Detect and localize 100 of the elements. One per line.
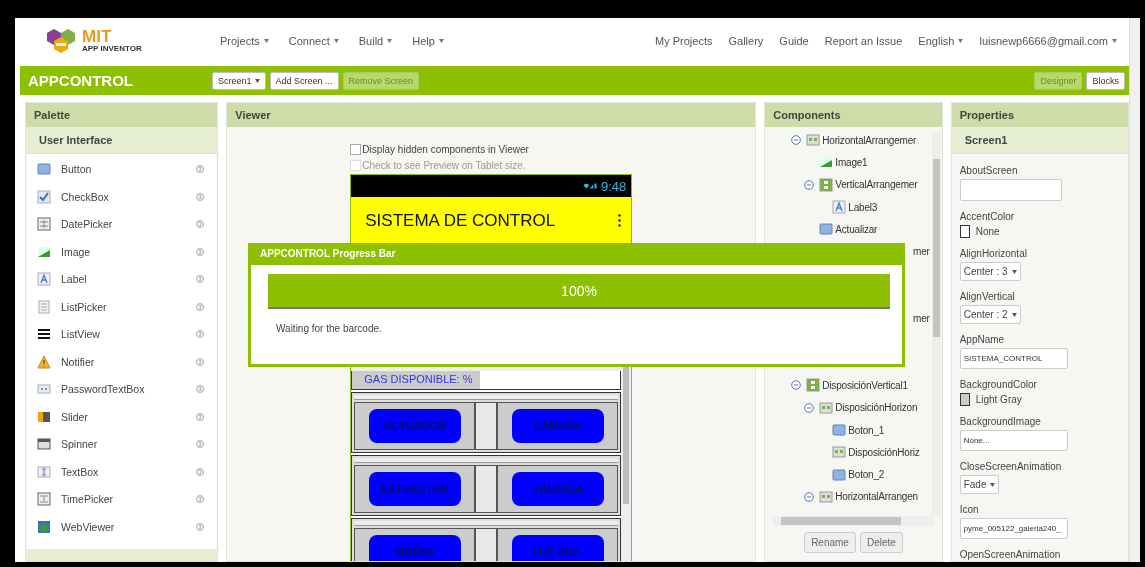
panel-header: Components bbox=[765, 103, 942, 127]
dropdown[interactable]: Center : 3 bbox=[959, 262, 1021, 281]
tree-item[interactable]: DisposiciónVertical1 bbox=[822, 379, 908, 391]
menu-item[interactable]: luisnewp6666@gmail.com bbox=[979, 34, 1117, 47]
layout-icon bbox=[819, 489, 834, 504]
slider-icon bbox=[37, 409, 51, 424]
nav-link[interactable]: Guide bbox=[779, 34, 809, 47]
text-field[interactable]: pyme_005122_galeria240_ bbox=[959, 518, 1068, 539]
text-field[interactable]: None... bbox=[959, 430, 1068, 451]
dialog-message: Waiting for the barcode. bbox=[276, 323, 383, 334]
property-label: OpenScreenAnimation bbox=[959, 549, 1061, 560]
view-tab[interactable]: Blocks bbox=[1086, 71, 1125, 90]
palette-item[interactable]: ListPicker bbox=[27, 297, 217, 316]
help-icon bbox=[196, 247, 205, 256]
dropdown[interactable]: Fade bbox=[959, 475, 1000, 494]
image-icon bbox=[37, 244, 51, 259]
caret-icon bbox=[1011, 312, 1017, 317]
menu-item[interactable]: English bbox=[918, 34, 964, 47]
tree-item[interactable]: DisposiciónHorizon bbox=[835, 402, 918, 414]
palette-item[interactable]: WebViewer bbox=[27, 517, 217, 536]
palette-item[interactable]: Label bbox=[27, 270, 217, 289]
layout-icon bbox=[806, 378, 821, 393]
property-label: AlignHorizontal bbox=[959, 248, 1027, 259]
palette-item[interactable]: Spinner bbox=[27, 435, 217, 454]
scrollbar[interactable] bbox=[773, 516, 934, 526]
help-icon bbox=[196, 357, 205, 366]
collapse-icon[interactable] bbox=[804, 491, 815, 502]
panel-header: Palette bbox=[26, 103, 218, 127]
label-icon bbox=[37, 272, 51, 287]
globe-icon bbox=[37, 519, 51, 534]
tree-item[interactable]: Actualizar bbox=[835, 223, 878, 235]
property-label: BackgroundImage bbox=[959, 416, 1041, 427]
gas-label: GAS DISPONIBLE: % bbox=[352, 371, 481, 389]
help-icon bbox=[196, 412, 205, 421]
collapse-icon[interactable] bbox=[804, 402, 815, 413]
text-area[interactable] bbox=[959, 179, 1062, 201]
tree-item-fragment: mer bbox=[913, 246, 930, 258]
warning-icon bbox=[37, 354, 51, 369]
help-icon bbox=[196, 330, 205, 339]
nav-link[interactable]: Report an Issue bbox=[824, 34, 903, 47]
project-name: APPCONTROL bbox=[28, 72, 134, 90]
property-label: Icon bbox=[959, 504, 979, 515]
nav-link[interactable]: My Projects bbox=[655, 34, 713, 47]
button-icon bbox=[819, 222, 834, 237]
collapse-icon[interactable] bbox=[804, 179, 815, 190]
button-icon bbox=[832, 467, 847, 482]
palette-item[interactable]: ListView bbox=[27, 325, 217, 344]
nav-link[interactable]: Gallery bbox=[728, 34, 764, 47]
layout-icon bbox=[806, 133, 821, 148]
palette-item[interactable]: CheckBox bbox=[27, 187, 217, 206]
dropdown[interactable]: Center : 2 bbox=[959, 305, 1021, 324]
scrollbar[interactable] bbox=[931, 131, 941, 516]
palette-item[interactable]: PasswordTextBox bbox=[27, 380, 217, 399]
tree-item[interactable]: Label3 bbox=[848, 201, 878, 213]
palette-item[interactable]: Slider bbox=[27, 407, 217, 426]
tree-item[interactable]: HorizontalArrangemer bbox=[822, 134, 917, 146]
menu-item[interactable]: Help bbox=[412, 34, 444, 47]
toolbar-button[interactable]: Add Screen ... bbox=[269, 71, 339, 90]
property-label: BackgroundColor bbox=[959, 379, 1037, 390]
component-name: Screen1 bbox=[951, 127, 1128, 154]
list-icon bbox=[37, 299, 51, 314]
image-icon bbox=[819, 155, 834, 170]
menu-item[interactable]: Connect bbox=[288, 34, 339, 47]
tree-item[interactable]: DisposiciónHoriz bbox=[848, 446, 920, 458]
help-icon bbox=[196, 495, 205, 504]
button-icon bbox=[37, 162, 51, 177]
color-picker[interactable]: Light Gray bbox=[959, 393, 1022, 406]
palette-item[interactable]: TextBox bbox=[27, 462, 217, 481]
property-label: CloseScreenAnimation bbox=[959, 461, 1062, 472]
text-field[interactable]: SISTEMA_CONTROL bbox=[959, 348, 1068, 369]
scrollbar[interactable] bbox=[1129, 18, 1140, 562]
palette-item[interactable]: Button bbox=[27, 160, 217, 179]
tree-item[interactable]: Boton_2 bbox=[848, 469, 885, 481]
palette-section-header[interactable]: User Interface bbox=[26, 127, 218, 154]
password-icon bbox=[37, 382, 51, 397]
tree-item[interactable]: Image1 bbox=[835, 156, 868, 168]
panel-button[interactable]: Rename bbox=[804, 532, 856, 553]
help-icon bbox=[196, 192, 205, 201]
collapse-icon[interactable] bbox=[791, 380, 802, 391]
menu-item[interactable]: Build bbox=[358, 34, 393, 47]
palette-item[interactable]: Notifier bbox=[27, 352, 217, 371]
layout-icon bbox=[819, 177, 834, 192]
palette-item[interactable]: TimePicker bbox=[27, 490, 217, 509]
property-label: AboutScreen bbox=[959, 165, 1018, 176]
logo-subtitle: APP INVENTOR bbox=[82, 45, 142, 54]
checkbox[interactable] bbox=[350, 143, 362, 155]
tree-item[interactable]: Boton_1 bbox=[848, 424, 885, 436]
palette-item[interactable]: Image bbox=[27, 242, 217, 261]
palette-item[interactable]: DatePicker bbox=[27, 215, 217, 234]
screen-dropdown[interactable]: Screen1 bbox=[212, 71, 266, 90]
collapse-icon[interactable] bbox=[791, 135, 802, 146]
spinner-icon bbox=[37, 437, 51, 452]
menu-item[interactable]: Projects bbox=[220, 34, 269, 47]
logo-title: MIT bbox=[82, 28, 112, 46]
tree-item[interactable]: VerticalArrangemer bbox=[835, 179, 918, 191]
panel-button[interactable]: Delete bbox=[859, 532, 903, 553]
property-label: AccentColor bbox=[959, 211, 1015, 222]
calendar-icon bbox=[37, 217, 51, 232]
color-picker[interactable]: None bbox=[959, 225, 1000, 238]
tree-item[interactable]: HorizontalArrangen bbox=[835, 491, 918, 503]
